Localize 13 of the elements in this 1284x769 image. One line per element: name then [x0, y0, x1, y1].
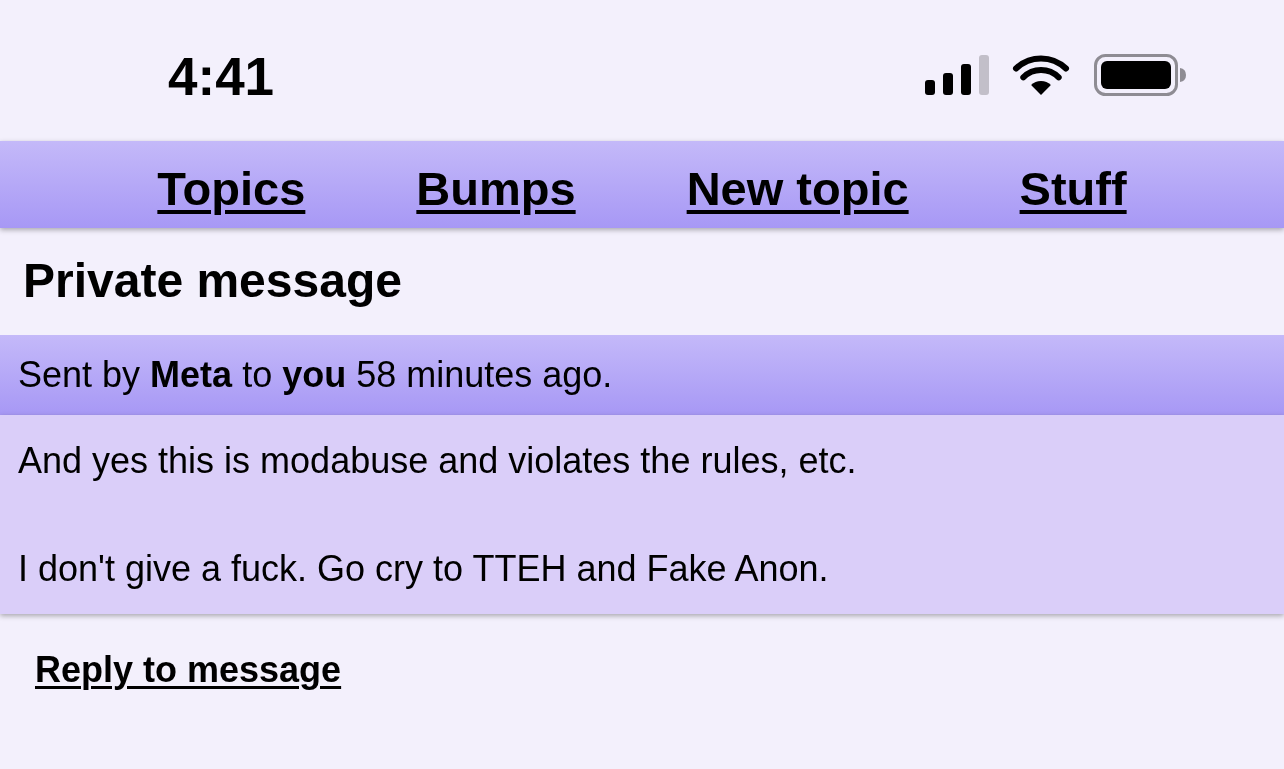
wifi-icon: [1012, 54, 1070, 95]
nav-link[interactable]: Bumps: [416, 161, 576, 218]
signal-icon: [924, 54, 990, 95]
status-time: 4:41: [168, 50, 275, 103]
message-paragraph: And yes this is modabuse and violates the rules, etc.: [18, 438, 858, 483]
nav-link[interactable]: Stuff: [1019, 161, 1127, 218]
nav-link[interactable]: New topic: [686, 161, 909, 218]
reply-link[interactable]: Reply to message: [35, 648, 342, 690]
nav-link[interactable]: Topics: [157, 161, 306, 218]
message-header: Sent by Meta to you 58 minutes ago.: [0, 334, 1284, 415]
battery-icon: [1094, 53, 1186, 96]
page-title: Private message: [22, 253, 403, 309]
message-paragraph: I don't give a fuck. Go cry to TTEH and Fake Anon.: [18, 546, 830, 591]
